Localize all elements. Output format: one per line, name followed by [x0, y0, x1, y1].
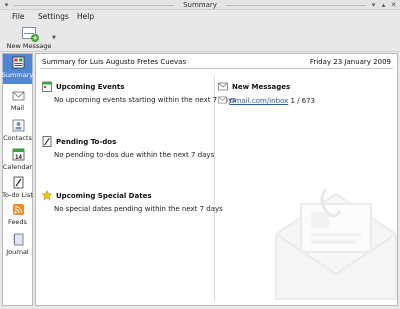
- sidebar-label-summary: Summary: [1, 71, 34, 79]
- toolbar: + New Message ▼: [0, 24, 400, 52]
- column-divider: [214, 77, 215, 301]
- journal-icon: [13, 233, 24, 246]
- chevron-down-icon[interactable]: ▼: [52, 35, 56, 41]
- summary-header: Summary for Luis Augusto Fretes Cuevas F…: [40, 58, 393, 69]
- star-icon: [42, 190, 52, 201]
- contacts-icon: [12, 119, 25, 132]
- summary-heading: Summary for Luis Augusto Fretes Cuevas: [42, 58, 187, 66]
- menu-settings[interactable]: Settings: [38, 12, 69, 21]
- title-bar: ▾ Summary ▾ ▴ ✕: [0, 0, 400, 10]
- message-count: 1 / 673: [290, 97, 316, 105]
- new-message-label: New Message: [6, 42, 52, 50]
- calendar-icon: 14: [12, 148, 25, 161]
- svg-text:14: 14: [15, 155, 22, 161]
- new-messages-title: New Messages: [232, 83, 291, 91]
- summary-date: Friday 23 January 2009: [309, 58, 391, 66]
- pending-todos-title: Pending To-dos: [56, 138, 117, 146]
- sidebar-label-mail: Mail: [10, 104, 25, 112]
- calendar-event-icon: [42, 81, 52, 92]
- sidebar-item-summary[interactable]: Summary: [1, 54, 34, 84]
- sidebar-item-journal[interactable]: Journal: [3, 231, 32, 261]
- message-folder-row: Gmail.com/inbox 1 / 673: [218, 96, 315, 105]
- inbox-link[interactable]: Gmail.com/inbox: [229, 97, 288, 105]
- sidebar-label-feeds: Feeds: [8, 218, 27, 226]
- sidebar-label-journal: Journal: [6, 248, 29, 256]
- todo-icon: [13, 176, 24, 189]
- special-dates-title: Upcoming Special Dates: [56, 192, 152, 200]
- special-dates-text: No special dates pending within the next…: [54, 205, 223, 213]
- summary-icon: [12, 56, 25, 69]
- menu-help[interactable]: Help: [77, 12, 94, 21]
- sidebar-item-todo[interactable]: To-do List: [2, 174, 33, 204]
- sidebar-label-contacts: Contacts: [3, 134, 32, 142]
- close-icon[interactable]: ✕: [389, 1, 398, 9]
- title-rule-right: [226, 5, 366, 6]
- summary-panel: Summary for Luis Augusto Fretes Cuevas F…: [35, 53, 398, 306]
- mail-folder-icon: [218, 96, 227, 104]
- sidebar-item-mail[interactable]: Mail: [3, 87, 32, 117]
- pending-todos-text: No pending to-dos due within the next 7 …: [54, 151, 215, 159]
- maximize-icon[interactable]: ▴: [379, 1, 388, 9]
- feeds-icon: [13, 204, 24, 215]
- minimize-icon[interactable]: ▾: [369, 1, 378, 9]
- sidebar-label-todo: To-do List: [2, 191, 33, 199]
- mail-icon: [12, 91, 25, 101]
- sidebar-label-calendar: Calendar: [2, 163, 33, 171]
- new-message-button[interactable]: + New Message: [6, 26, 52, 51]
- menu-bar: File Settings Help: [0, 10, 400, 24]
- sidebar-item-contacts[interactable]: Contacts: [3, 117, 32, 147]
- envelope-icon: [218, 82, 228, 91]
- sidebar-item-feeds[interactable]: Feeds: [3, 201, 32, 231]
- sidebar-item-calendar[interactable]: 14 Calendar: [3, 146, 32, 176]
- todo-pen-icon: [42, 136, 52, 147]
- sidebar: Summary Mail Contacts 14 Calendar To-do …: [2, 53, 33, 306]
- upcoming-events-text: No upcoming events starting within the n…: [54, 96, 236, 104]
- mail-watermark-icon: [275, 188, 397, 300]
- menu-file[interactable]: File: [12, 12, 25, 21]
- new-message-icon: +: [22, 27, 39, 42]
- upcoming-events-title: Upcoming Events: [56, 83, 125, 91]
